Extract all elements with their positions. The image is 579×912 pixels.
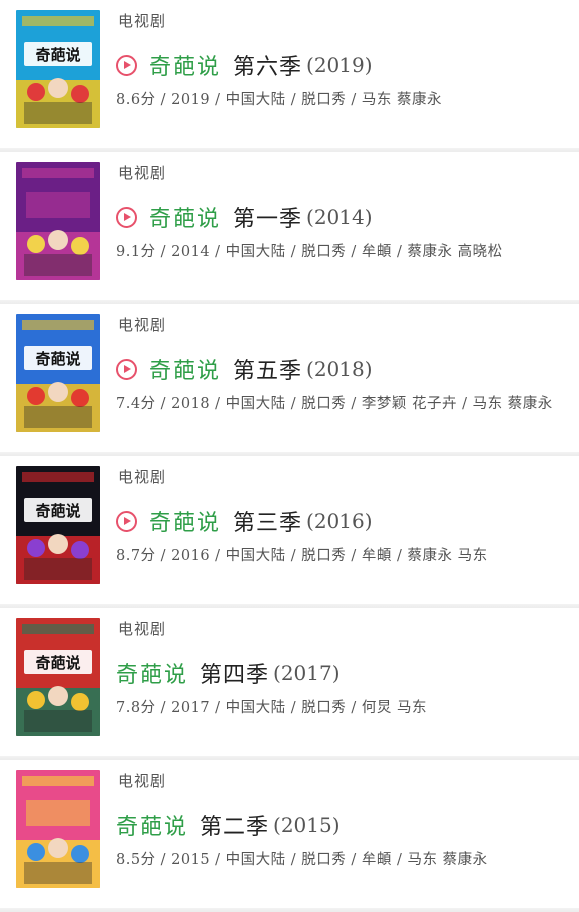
season-label: 第四季 <box>200 663 270 688</box>
year-label: (2015) <box>273 813 340 837</box>
play-icon[interactable] <box>116 358 137 380</box>
poster-image[interactable]: 奇葩说 <box>16 314 100 432</box>
meta-info: 9.1分 / 2014 / 中国大陆 / 脱口秀 / 牟頔 / 蔡康永 高晓松 <box>116 244 503 260</box>
year-label: (2019) <box>306 53 373 77</box>
poster-image[interactable]: 奇葩说 <box>16 618 100 736</box>
meta-info: 7.4分 / 2018 / 中国大陆 / 脱口秀 / 李梦颖 花子卉 / 马东 … <box>116 396 553 412</box>
poster-image[interactable] <box>16 162 100 280</box>
show-name[interactable]: 奇葩说 <box>149 49 221 81</box>
poster-logo-text: 奇葩说 <box>35 46 80 64</box>
poster-art: 奇葩说 <box>16 314 100 432</box>
list-item[interactable]: 电视剧 奇葩说 第一季 (2014) 9.1分 / 2014 / 中国大陆 / … <box>0 152 579 304</box>
list-item[interactable]: 奇葩说 电视剧 奇葩说 第三季 (2016) 8.7分 / 2016 / 中国大… <box>0 456 579 608</box>
poster-logo-text: 奇葩说 <box>35 350 80 368</box>
poster-art <box>16 770 100 888</box>
poster-art: 奇葩说 <box>16 10 100 128</box>
poster-art: 奇葩说 <box>16 466 100 584</box>
title-row[interactable]: 奇葩说 第二季 (2015) <box>116 808 340 842</box>
category-label: 电视剧 <box>118 620 167 638</box>
meta-info: 8.6分 / 2019 / 中国大陆 / 脱口秀 / 马东 蔡康永 <box>116 92 442 108</box>
show-name[interactable]: 奇葩说 <box>149 505 221 537</box>
year-label: (2016) <box>306 509 373 533</box>
title-row[interactable]: 奇葩说 第四季 (2017) <box>116 656 340 690</box>
category-label: 电视剧 <box>118 468 167 486</box>
play-icon[interactable] <box>116 206 137 228</box>
poster-art <box>16 162 100 280</box>
poster-image[interactable] <box>16 770 100 888</box>
show-name[interactable]: 奇葩说 <box>149 353 221 385</box>
play-icon[interactable] <box>116 510 137 532</box>
season-label: 第二季 <box>200 815 270 840</box>
play-icon[interactable] <box>116 54 137 76</box>
title-row[interactable]: 奇葩说 第一季 (2014) <box>116 200 373 234</box>
list-item[interactable]: 电视剧 奇葩说 第二季 (2015) 8.5分 / 2015 / 中国大陆 / … <box>0 760 579 912</box>
list-item[interactable]: 奇葩说 电视剧 奇葩说 第五季 (2018) 7.4分 / 2018 / 中国大… <box>0 304 579 456</box>
year-label: (2017) <box>273 661 340 685</box>
list-item[interactable]: 奇葩说 电视剧 奇葩说 第四季 (2017) 7.8分 / 2017 / 中国大… <box>0 608 579 760</box>
category-label: 电视剧 <box>118 772 167 790</box>
category-label: 电视剧 <box>118 164 167 182</box>
season-label: 第五季 <box>233 359 303 384</box>
year-label: (2018) <box>306 357 373 381</box>
show-name[interactable]: 奇葩说 <box>116 809 188 841</box>
meta-info: 8.5分 / 2015 / 中国大陆 / 脱口秀 / 牟頔 / 马东 蔡康永 <box>116 852 488 868</box>
poster-image[interactable]: 奇葩说 <box>16 10 100 128</box>
season-label: 第一季 <box>233 207 303 232</box>
title-row[interactable]: 奇葩说 第六季 (2019) <box>116 48 373 82</box>
year-label: (2014) <box>306 205 373 229</box>
category-label: 电视剧 <box>118 316 167 334</box>
title-row[interactable]: 奇葩说 第三季 (2016) <box>116 504 373 538</box>
poster-logo-text: 奇葩说 <box>35 654 80 672</box>
meta-info: 7.8分 / 2017 / 中国大陆 / 脱口秀 / 何炅 马东 <box>116 700 427 716</box>
show-name[interactable]: 奇葩说 <box>149 201 221 233</box>
category-label: 电视剧 <box>118 12 167 30</box>
search-result-list: 奇葩说 电视剧 奇葩说 第六季 (2019) 8.6分 / 2019 / 中国大… <box>0 0 579 912</box>
season-label: 第六季 <box>233 55 303 80</box>
season-label: 第三季 <box>233 511 303 536</box>
title-row[interactable]: 奇葩说 第五季 (2018) <box>116 352 373 386</box>
poster-logo-text: 奇葩说 <box>35 502 80 520</box>
list-item[interactable]: 奇葩说 电视剧 奇葩说 第六季 (2019) 8.6分 / 2019 / 中国大… <box>0 0 579 152</box>
show-name[interactable]: 奇葩说 <box>116 657 188 689</box>
poster-art: 奇葩说 <box>16 618 100 736</box>
poster-image[interactable]: 奇葩说 <box>16 466 100 584</box>
meta-info: 8.7分 / 2016 / 中国大陆 / 脱口秀 / 牟頔 / 蔡康永 马东 <box>116 548 488 564</box>
